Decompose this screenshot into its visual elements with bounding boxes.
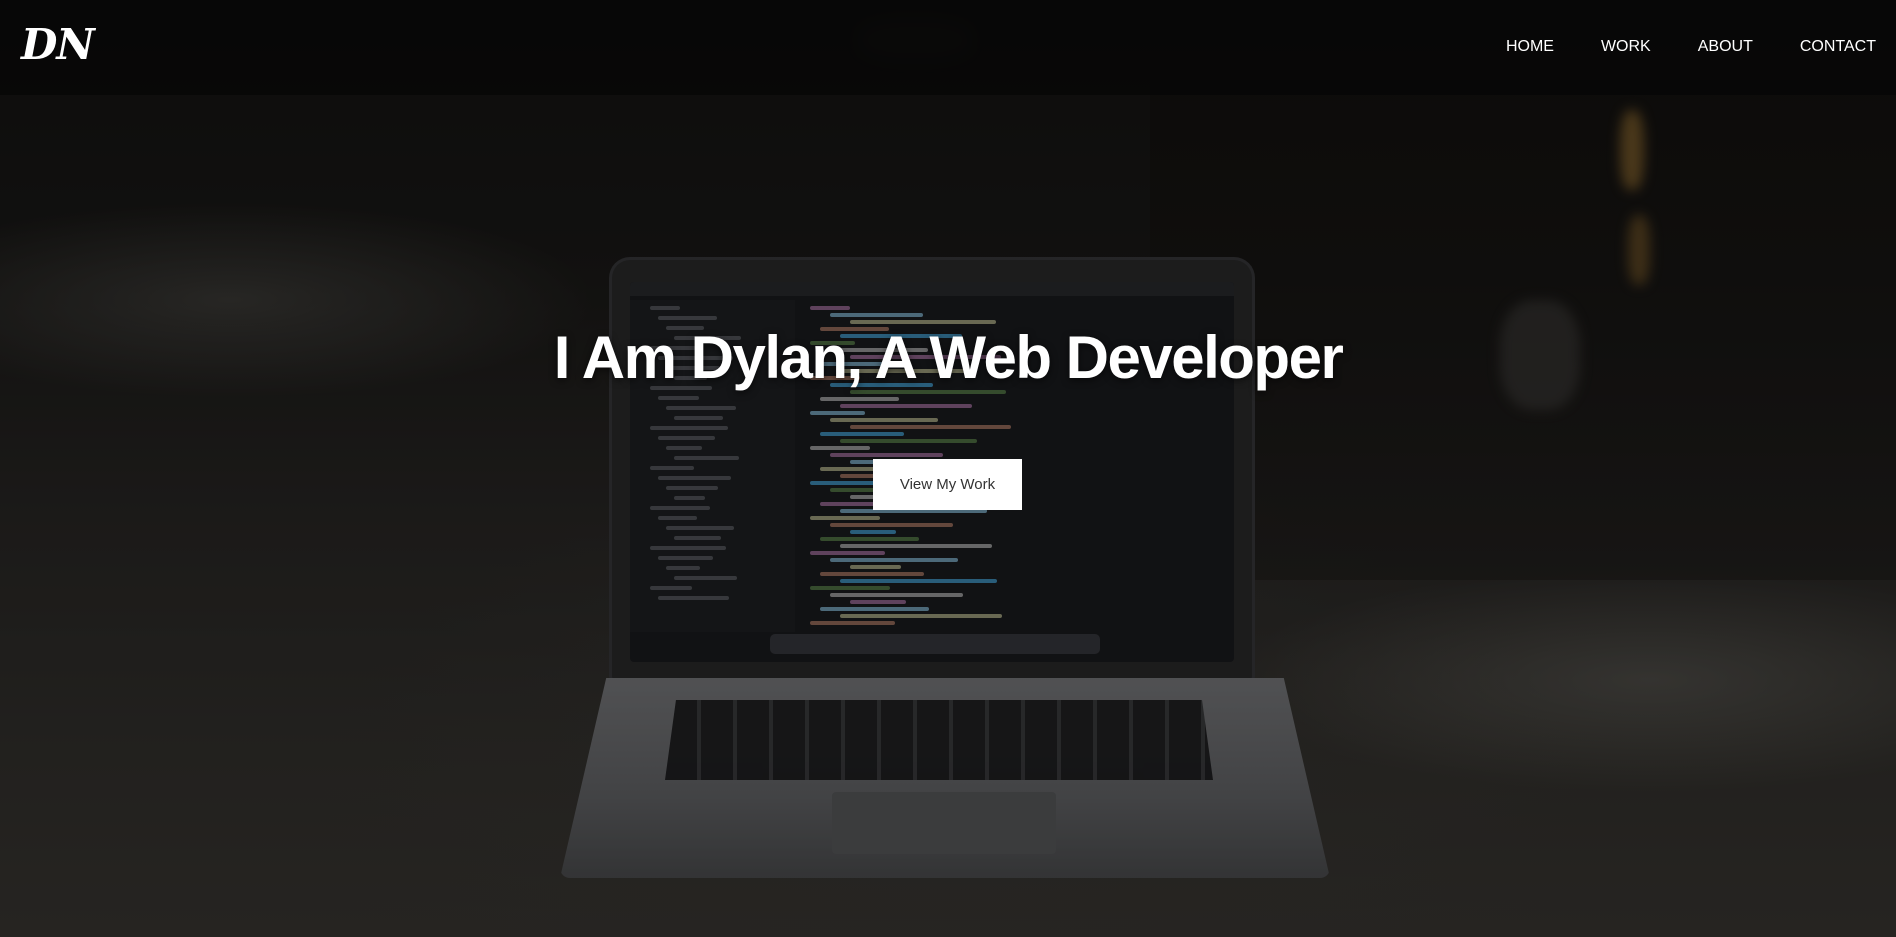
navbar: DN HOME WORK ABOUT CONTACT bbox=[0, 0, 1896, 95]
nav-link-home[interactable]: HOME bbox=[1506, 36, 1554, 58]
view-my-work-button[interactable]: View My Work bbox=[873, 459, 1022, 510]
hero-title: I Am Dylan, A Web Developer bbox=[553, 324, 1344, 391]
logo[interactable]: DN bbox=[21, 20, 95, 70]
nav-links: HOME WORK ABOUT CONTACT bbox=[1459, 36, 1876, 58]
nav-link-about[interactable]: ABOUT bbox=[1698, 36, 1753, 58]
nav-link-contact[interactable]: CONTACT bbox=[1800, 36, 1876, 58]
nav-link-work[interactable]: WORK bbox=[1601, 36, 1651, 58]
